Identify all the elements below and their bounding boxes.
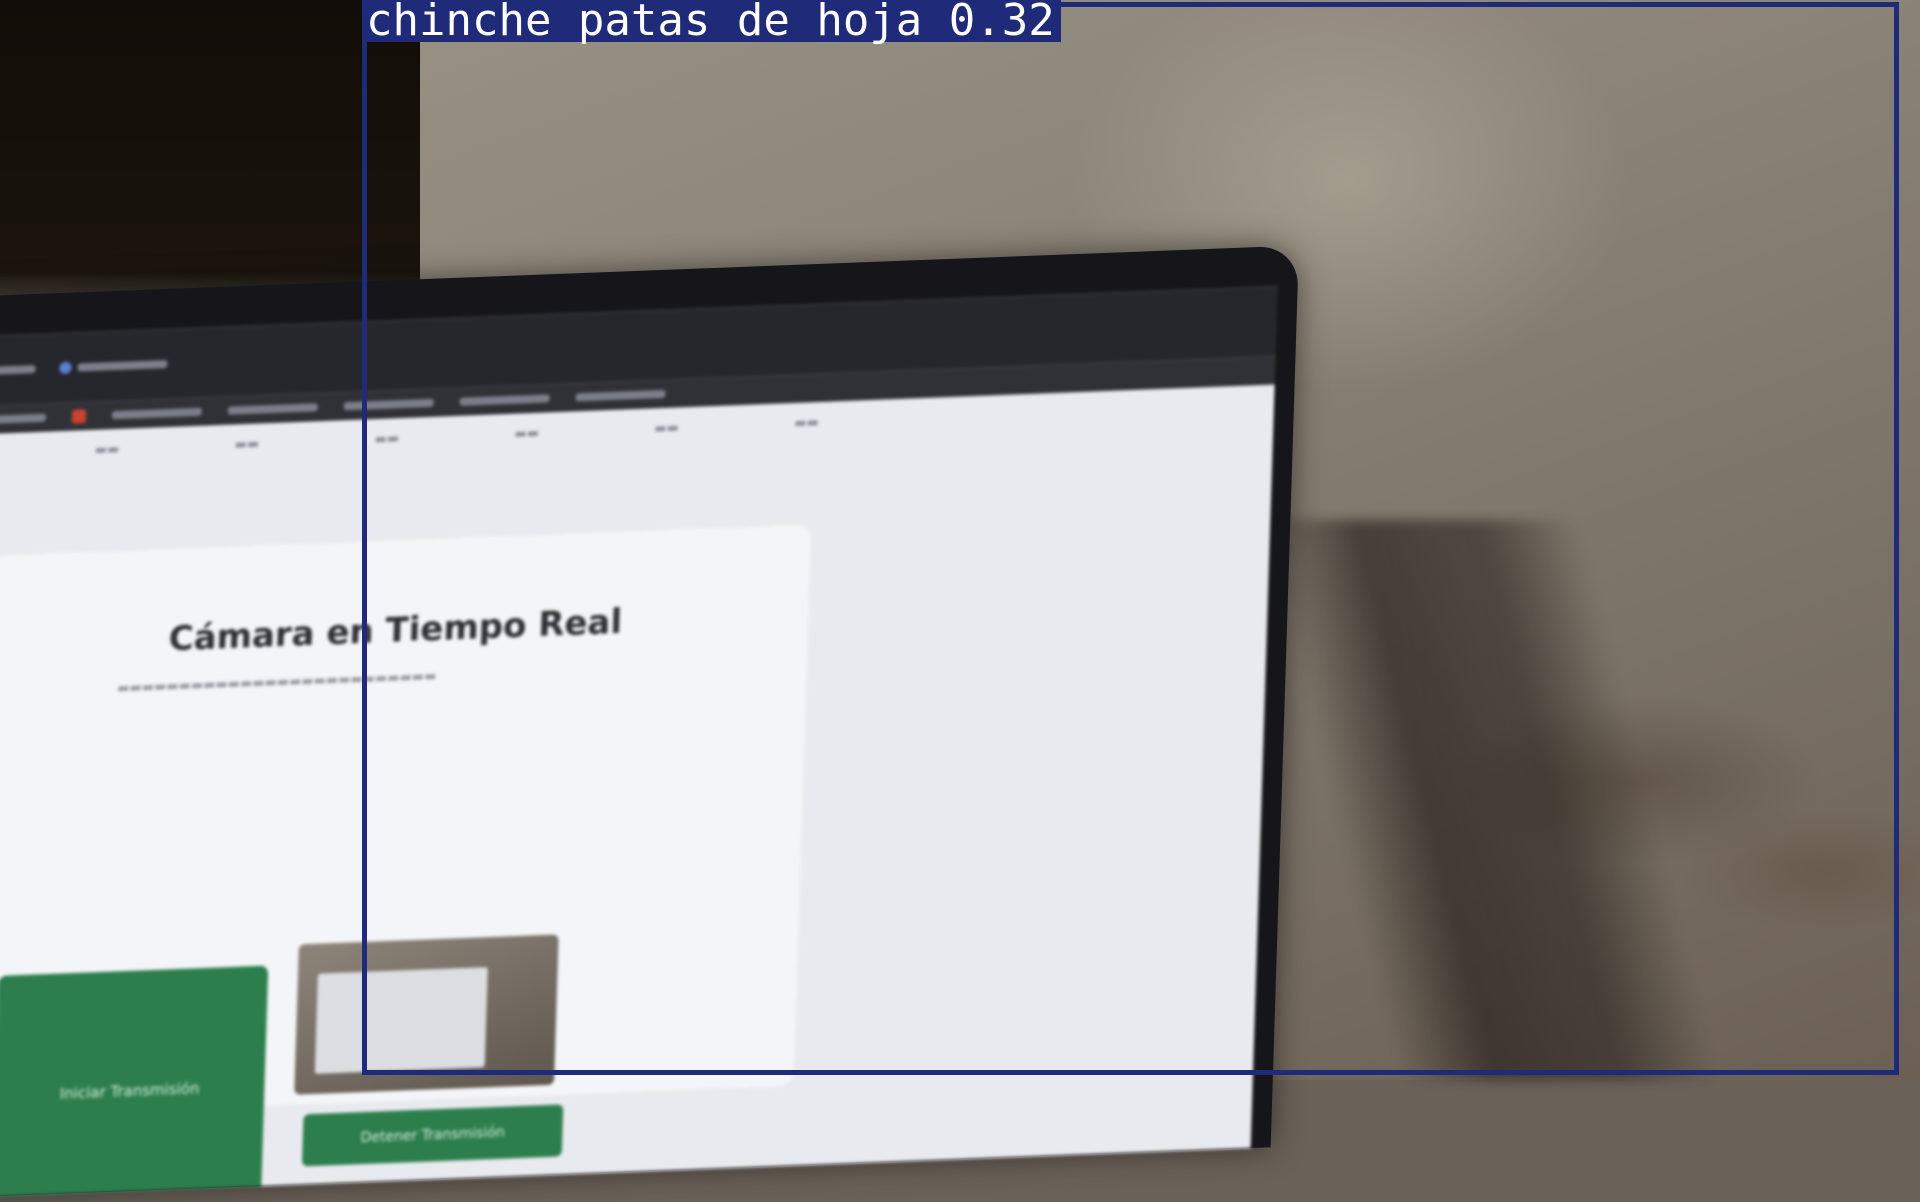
browser-tab [0, 363, 36, 379]
detection-bounding-box [362, 2, 1899, 1075]
bookmark-item [111, 407, 202, 420]
bookmark-item [227, 403, 318, 415]
tab-title-blur [77, 360, 168, 372]
nav-item: ▬▬ [0, 444, 35, 465]
browser-tab [59, 358, 168, 375]
nav-item: ▬▬ [234, 436, 260, 453]
nav-item: ▬▬ [94, 441, 120, 458]
tab-favicon-icon [59, 361, 72, 375]
tab-title-blur [0, 365, 36, 377]
detection-label: chinche patas de hoja 0.32 [362, 0, 1061, 43]
start-stream-button: Iniciar Transmisión [0, 965, 269, 1201]
bookmark-icon [71, 409, 87, 424]
bookmark-item [0, 413, 47, 426]
stop-stream-button: Detener Transmisión [301, 1104, 564, 1167]
